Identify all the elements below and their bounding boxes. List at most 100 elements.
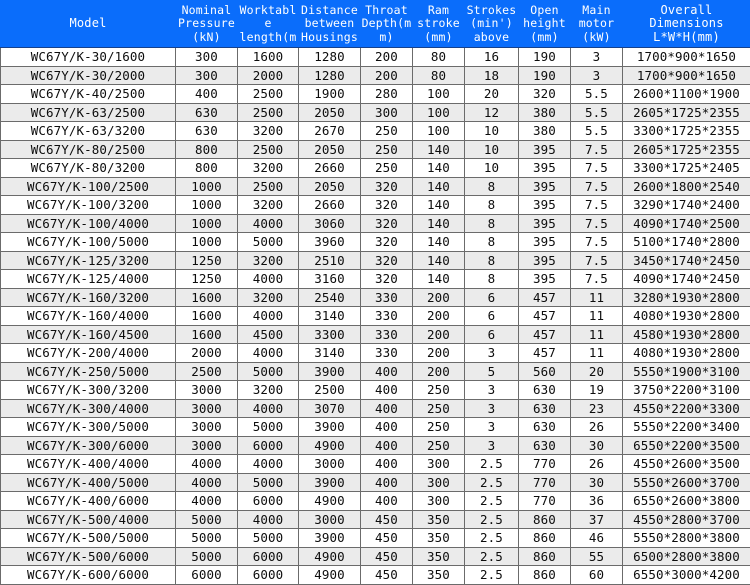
cell-overall-dimensions: 2605*1725*2355	[623, 103, 750, 122]
cell-model: WC67Y/K-250/5000	[1, 362, 176, 381]
table-row: WC67Y/K-80/250080025002050250140103957.5…	[1, 140, 750, 159]
cell-strokes: 16	[465, 48, 519, 67]
cell-distance-housings: 4900	[299, 547, 361, 566]
cell-throat-depth: 250	[361, 140, 413, 159]
cell-throat-depth: 450	[361, 529, 413, 548]
cell-strokes: 6	[465, 288, 519, 307]
cell-nominal-pressure: 4000	[176, 492, 238, 511]
cell-ram-stroke: 250	[413, 436, 465, 455]
cell-model: WC67Y/K-80/2500	[1, 140, 176, 159]
cell-main-motor: 20	[571, 362, 623, 381]
cell-ram-stroke: 350	[413, 529, 465, 548]
cell-nominal-pressure: 3000	[176, 436, 238, 455]
cell-worktable-length: 4000	[238, 270, 299, 289]
cell-nominal-pressure: 5000	[176, 529, 238, 548]
cell-distance-housings: 2500	[299, 381, 361, 400]
cell-main-motor: 7.5	[571, 270, 623, 289]
cell-overall-dimensions: 4090*1740*2450	[623, 270, 750, 289]
cell-model: WC67Y/K-600/6000	[1, 566, 176, 585]
cell-main-motor: 11	[571, 325, 623, 344]
cell-model: WC67Y/K-400/6000	[1, 492, 176, 511]
cell-distance-housings: 2670	[299, 122, 361, 141]
cell-open-height: 395	[519, 233, 571, 252]
cell-open-height: 380	[519, 103, 571, 122]
cell-nominal-pressure: 800	[176, 159, 238, 178]
cell-strokes: 5	[465, 362, 519, 381]
cell-open-height: 457	[519, 307, 571, 326]
cell-throat-depth: 200	[361, 66, 413, 85]
cell-overall-dimensions: 5550*2800*3800	[623, 529, 750, 548]
table-row: WC67Y/K-80/320080032002660250140103957.5…	[1, 159, 750, 178]
table-row: WC67Y/K-600/60006000600049004503502.5860…	[1, 566, 750, 585]
cell-strokes: 12	[465, 103, 519, 122]
cell-overall-dimensions: 6550*2200*3500	[623, 436, 750, 455]
cell-distance-housings: 3160	[299, 270, 361, 289]
cell-strokes: 3	[465, 418, 519, 437]
cell-worktable-length: 5000	[238, 529, 299, 548]
cell-strokes: 6	[465, 325, 519, 344]
cell-strokes: 8	[465, 214, 519, 233]
cell-nominal-pressure: 1250	[176, 251, 238, 270]
cell-model: WC67Y/K-63/2500	[1, 103, 176, 122]
table-body: WC67Y/K-30/16003001600128020080161903170…	[1, 48, 750, 585]
cell-main-motor: 7.5	[571, 177, 623, 196]
cell-throat-depth: 400	[361, 362, 413, 381]
cell-strokes: 3	[465, 436, 519, 455]
cell-model: WC67Y/K-400/4000	[1, 455, 176, 474]
cell-overall-dimensions: 1700*900*1650	[623, 48, 750, 67]
cell-ram-stroke: 200	[413, 344, 465, 363]
cell-main-motor: 30	[571, 473, 623, 492]
cell-nominal-pressure: 1600	[176, 307, 238, 326]
cell-distance-housings: 3900	[299, 529, 361, 548]
cell-main-motor: 19	[571, 381, 623, 400]
cell-overall-dimensions: 4580*1930*2800	[623, 325, 750, 344]
cell-overall-dimensions: 3750*2200*3100	[623, 381, 750, 400]
cell-throat-depth: 450	[361, 566, 413, 585]
cell-model: WC67Y/K-30/2000	[1, 66, 176, 85]
header-row: Model Nominal Pressure(kN) Worktable len…	[1, 1, 750, 48]
cell-overall-dimensions: 4090*1740*2500	[623, 214, 750, 233]
cell-model: WC67Y/K-80/3200	[1, 159, 176, 178]
cell-distance-housings: 3300	[299, 325, 361, 344]
cell-worktable-length: 4000	[238, 214, 299, 233]
cell-worktable-length: 4500	[238, 325, 299, 344]
cell-model: WC67Y/K-300/5000	[1, 418, 176, 437]
table-row: WC67Y/K-500/60005000600049004503502.5860…	[1, 547, 750, 566]
cell-open-height: 395	[519, 251, 571, 270]
table-row: WC67Y/K-63/250063025002050300100123805.5…	[1, 103, 750, 122]
cell-distance-housings: 3140	[299, 344, 361, 363]
cell-distance-housings: 4900	[299, 566, 361, 585]
cell-overall-dimensions: 4080*1930*2800	[623, 344, 750, 363]
cell-distance-housings: 3060	[299, 214, 361, 233]
cell-main-motor: 3	[571, 48, 623, 67]
table-row: WC67Y/K-500/40005000400030004503502.5860…	[1, 510, 750, 529]
cell-ram-stroke: 200	[413, 362, 465, 381]
cell-worktable-length: 4000	[238, 455, 299, 474]
cell-strokes: 8	[465, 251, 519, 270]
cell-worktable-length: 5000	[238, 473, 299, 492]
cell-strokes: 8	[465, 270, 519, 289]
cell-distance-housings: 3900	[299, 362, 361, 381]
cell-ram-stroke: 140	[413, 251, 465, 270]
cell-throat-depth: 400	[361, 399, 413, 418]
cell-main-motor: 37	[571, 510, 623, 529]
cell-strokes: 8	[465, 196, 519, 215]
cell-worktable-length: 6000	[238, 547, 299, 566]
cell-open-height: 320	[519, 85, 571, 104]
cell-throat-depth: 400	[361, 436, 413, 455]
table-row: WC67Y/K-40/250040025001900280100203205.5…	[1, 85, 750, 104]
cell-ram-stroke: 100	[413, 122, 465, 141]
cell-strokes: 8	[465, 177, 519, 196]
cell-overall-dimensions: 5550*2600*3700	[623, 473, 750, 492]
cell-overall-dimensions: 6550*3000*4200	[623, 566, 750, 585]
cell-overall-dimensions: 2605*1725*2355	[623, 140, 750, 159]
cell-nominal-pressure: 1000	[176, 233, 238, 252]
cell-throat-depth: 400	[361, 381, 413, 400]
table-row: WC67Y/K-30/16003001600128020080161903170…	[1, 48, 750, 67]
cell-overall-dimensions: 3280*1930*2800	[623, 288, 750, 307]
cell-model: WC67Y/K-160/4500	[1, 325, 176, 344]
column-header-strokes: Strokes (min') above	[465, 1, 519, 48]
column-header-open-height: Open height (mm)	[519, 1, 571, 48]
cell-ram-stroke: 200	[413, 325, 465, 344]
cell-worktable-length: 2500	[238, 140, 299, 159]
